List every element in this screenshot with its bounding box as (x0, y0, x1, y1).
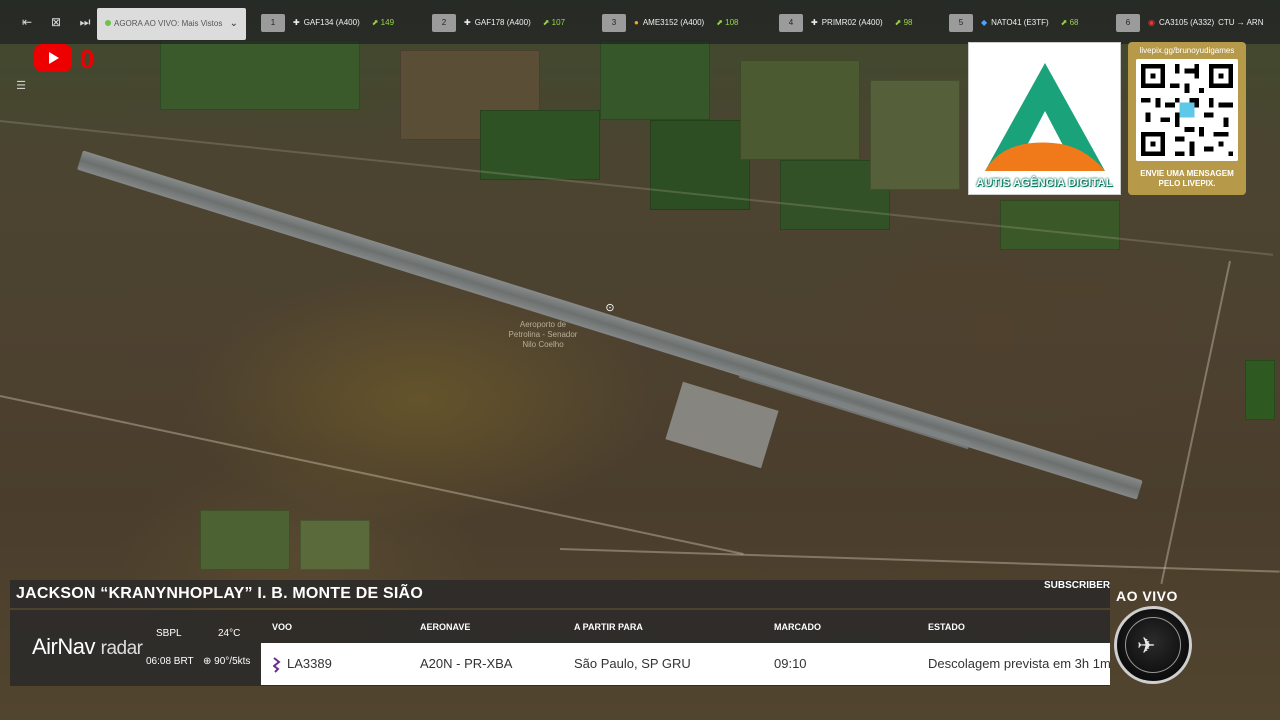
flight-tab[interactable]: 3 ● AME3152 (A400) ⬈ 108 (602, 14, 739, 32)
flight-tab-callsign: GAF178 (A400) (474, 18, 531, 27)
sponsor-logo: AUTIS AGÊNCIA DIGITAL (968, 42, 1121, 195)
flight-number: LA3389 (287, 656, 332, 671)
flight-tab[interactable]: 4 ✚ PRIMR02 (A400) ⬈ 98 (779, 14, 912, 32)
flight-tab-count: 98 (903, 18, 913, 27)
collapse-sidebar-icon[interactable]: ⇤ (18, 14, 36, 30)
flight-tab-callsign: CA3105 (A332) (1158, 18, 1215, 27)
map-road (0, 395, 744, 555)
viewers-icon: ⬈ (371, 18, 381, 27)
live-dot-icon (105, 20, 111, 26)
airnav-brand-suffix: radar (100, 638, 143, 659)
flight-tab-callsign: NATO41 (E3TF) (991, 18, 1049, 27)
live-select-value: AGORA AO VIVO: Mais Vistos (114, 19, 223, 28)
flight-tab-route: CTU → ARN (1218, 18, 1264, 27)
livepix-url: livepix.gg/brunoyudigames (1139, 46, 1235, 55)
flight-tab-callsign: PRIMR02 (A400) (821, 18, 883, 27)
flight-row[interactable]: LA3389 A20N - PR-XBA São Paulo, SP GRU 0… (261, 643, 1111, 685)
nato-logo-icon: ◆ (981, 18, 988, 27)
airline-logo-icon: ◉ (1148, 18, 1155, 27)
flight-number-cell: LA3389 (273, 643, 332, 685)
airport-label: Aeroporto de Petrolina - Senador Nilo Co… (508, 320, 578, 349)
route-cell: São Paulo, SP GRU (574, 656, 691, 671)
map-field (870, 80, 960, 190)
flight-tab-count: 149 (380, 18, 395, 27)
flight-tab-number: 3 (602, 14, 626, 32)
airline-logo-icon: ● (634, 18, 639, 27)
chevron-down-icon: ⌄ (229, 18, 238, 29)
live-view-select[interactable]: AGORA AO VIVO: Mais Vistos ⌄ (97, 8, 246, 40)
map-field (480, 110, 600, 180)
channel-badge-logo: ✈ (1114, 606, 1192, 684)
flight-tab-count: 68 (1069, 18, 1079, 27)
map-field (1245, 360, 1275, 420)
viewers-icon: ⬈ (1060, 18, 1070, 27)
flight-tab[interactable]: 6 ◉ CA3105 (A332) CTU → ARN (1116, 14, 1263, 32)
col-route: A PARTIR PARA (574, 622, 643, 632)
plane-icon: ✚ (293, 18, 300, 27)
temperature: 24°C (218, 628, 241, 639)
flight-tab-callsign: GAF134 (A400) (303, 18, 360, 27)
col-scheduled: MARCADO (774, 622, 821, 632)
flight-tab-number: 6 (1116, 14, 1140, 32)
list-panel-icon[interactable]: ☰ (12, 78, 30, 94)
plane-icon: ✚ (811, 18, 818, 27)
airnav-brand: AirNav (32, 634, 96, 659)
map-field (740, 60, 860, 160)
wind-value: 90°/5kts (214, 656, 251, 667)
live-label: AO VIVO (1116, 588, 1178, 604)
flight-tab-count: 108 (725, 18, 739, 27)
location-pin-icon[interactable]: ⊙ (604, 302, 616, 314)
scheduled-cell: 09:10 (774, 656, 807, 671)
youtube-count: 0 (80, 44, 95, 74)
map-field (1000, 200, 1120, 250)
plane-icon: ✈ (1137, 633, 1156, 658)
aircraft-cell: A20N - PR-XBA (420, 656, 513, 671)
viewers-icon: ⬈ (894, 18, 904, 27)
flight-tab[interactable]: 5 ◆ NATO41 (E3TF) ⬈ 68 (949, 14, 1079, 32)
airport-icao: SBPL (156, 628, 182, 639)
airport-apron (665, 381, 779, 469)
wind-icon: ⊕ (203, 656, 215, 667)
sponsor-name: AUTIS AGÊNCIA DIGITAL (976, 177, 1113, 189)
subscriber-label: SUBSCRIBER (1044, 580, 1111, 591)
flight-board: AirNav radar SBPL 24°C 06:08 BRT ⊕ 90°/5… (10, 610, 1111, 686)
sponsor-triangle-icon (985, 63, 1105, 171)
local-time: 06:08 BRT (146, 656, 194, 667)
plane-icon: ✚ (464, 18, 471, 27)
map-field (300, 520, 370, 570)
col-flight: VOO (272, 622, 293, 632)
map-road (559, 548, 1280, 573)
flight-tab-number: 1 (261, 14, 285, 32)
latam-logo-icon (273, 656, 281, 673)
flight-tab[interactable]: 2 ✚ GAF178 (A400) ⬈ 107 (432, 14, 565, 32)
skip-next-icon[interactable]: ⏭ (76, 14, 94, 30)
viewers-icon: ⬈ (716, 18, 726, 27)
livepix-cta: ENVIE UMA MENSAGEM PELO LIVEPIX. (1140, 169, 1234, 188)
youtube-icon (34, 44, 72, 72)
map-road (1160, 260, 1231, 584)
streamer-name: JACKSON “KRANYNHOPLAY” I. B. MONTE DE SI… (10, 580, 1110, 608)
flight-tab-count: 107 (551, 18, 566, 27)
col-aircraft: AERONAVE (420, 622, 471, 632)
livepix-qr-panel[interactable]: livepix.gg/brunoyudigames ENVIE UMA MENS… (1128, 42, 1246, 195)
map-field (200, 510, 290, 570)
flight-tab-number: 4 (779, 14, 803, 32)
flight-tab-number: 5 (949, 14, 973, 32)
top-flight-bar: ⇤ ⊠ ⏭ AGORA AO VIVO: Mais Vistos ⌄ 1 ✚ GAF… (0, 0, 1280, 44)
flight-tab[interactable]: 1 ✚ GAF134 (A400) ⬈ 149 (261, 14, 394, 32)
wind: ⊕ 90°/5kts (203, 656, 250, 667)
qr-code-icon (1136, 59, 1238, 161)
airnav-logo: AirNav radar (32, 634, 143, 660)
close-window-icon[interactable]: ⊠ (47, 14, 65, 30)
status-cell: Descolagem prevista em 3h 1m (928, 656, 1111, 671)
map-field (160, 40, 360, 110)
viewers-icon: ⬈ (542, 18, 552, 27)
col-status: ESTADO (928, 622, 965, 632)
map-field (600, 40, 710, 120)
flight-tab-number: 2 (432, 14, 456, 32)
flight-tab-callsign: AME3152 (A400) (642, 18, 705, 27)
